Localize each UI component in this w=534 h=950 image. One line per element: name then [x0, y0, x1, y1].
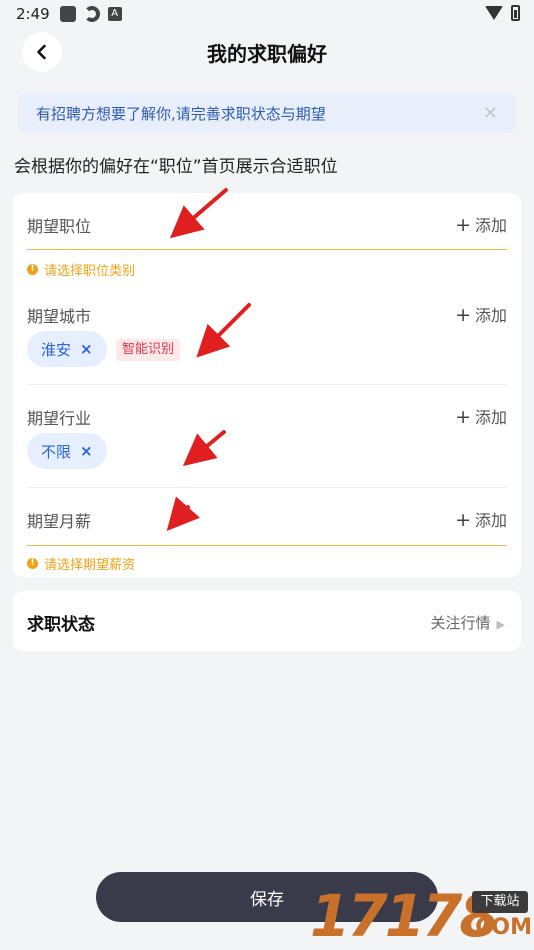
- section-position[interactable]: 期望职位 + 添加 ! 请选择职位类别: [27, 193, 507, 281]
- industry-tag[interactable]: 不限 ×: [27, 433, 107, 469]
- position-label: 期望职位: [27, 217, 92, 236]
- position-warning: ! 请选择职位类别: [27, 260, 135, 279]
- info-banner-text: 有招聘方想要了解你,请完善求职状态与期望: [36, 104, 326, 123]
- salary-add-button[interactable]: + 添加: [455, 507, 507, 531]
- city-label: 期望城市: [27, 307, 92, 326]
- status-time: 2:49: [16, 5, 50, 23]
- position-divider: [27, 249, 507, 250]
- city-tag[interactable]: 淮安 ×: [27, 331, 107, 367]
- page-title: 我的求职偏好: [207, 42, 327, 66]
- preferences-card: 期望职位 + 添加 ! 请选择职位类别 期望城市 + 添加 淮安 × 智能识别 期望…: [13, 193, 521, 577]
- watermark-suffix: .COM: [466, 915, 532, 940]
- status-bar: 2:49 A: [0, 0, 534, 28]
- plus-icon: +: [455, 214, 471, 236]
- wifi-icon: [485, 6, 503, 20]
- salary-label: 期望月薪: [27, 512, 92, 531]
- city-add-button[interactable]: + 添加: [455, 302, 507, 326]
- position-add-button[interactable]: + 添加: [455, 212, 507, 236]
- section-city[interactable]: 期望城市 + 添加 淮安 × 智能识别: [27, 285, 507, 385]
- nav-bar: 我的求职偏好: [0, 30, 534, 74]
- battery-icon: [511, 5, 520, 21]
- app-notification-icon: [59, 6, 76, 22]
- industry-add-button[interactable]: + 添加: [455, 404, 507, 428]
- a-notification-icon: A: [107, 7, 122, 21]
- job-status-value[interactable]: 关注行情 ▶: [431, 612, 505, 633]
- salary-warning: ! 请选择期望薪资: [27, 554, 135, 573]
- preference-hint: 会根据你的偏好在“职位”首页展示合适职位: [14, 157, 338, 177]
- info-banner[interactable]: 有招聘方想要了解你,请完善求职状态与期望 ×: [18, 93, 516, 133]
- section-salary[interactable]: 期望月薪 + 添加 ! 请选择期望薪资: [27, 488, 507, 577]
- remove-tag-icon[interactable]: ×: [80, 442, 93, 460]
- industry-label: 期望行业: [27, 409, 92, 428]
- watermark-badge: 下载站: [472, 891, 528, 913]
- chevron-right-icon: ▶: [496, 618, 505, 631]
- job-status-row[interactable]: 求职状态 关注行情 ▶: [13, 591, 521, 651]
- sync-notification-icon: [83, 6, 100, 22]
- section-industry[interactable]: 期望行业 + 添加 不限 ×: [27, 385, 507, 488]
- site-watermark: 17178 下载站 .COM: [310, 885, 532, 947]
- warning-icon: !: [27, 558, 38, 569]
- remove-tag-icon[interactable]: ×: [80, 340, 93, 358]
- job-status-label: 求职状态: [27, 615, 95, 635]
- plus-icon: +: [455, 304, 471, 326]
- plus-icon: +: [455, 406, 471, 428]
- salary-divider: [27, 545, 507, 546]
- warning-icon: !: [27, 264, 38, 275]
- smart-detect-badge: 智能识别: [116, 339, 181, 361]
- plus-icon: +: [455, 509, 471, 531]
- close-icon[interactable]: ×: [483, 102, 498, 123]
